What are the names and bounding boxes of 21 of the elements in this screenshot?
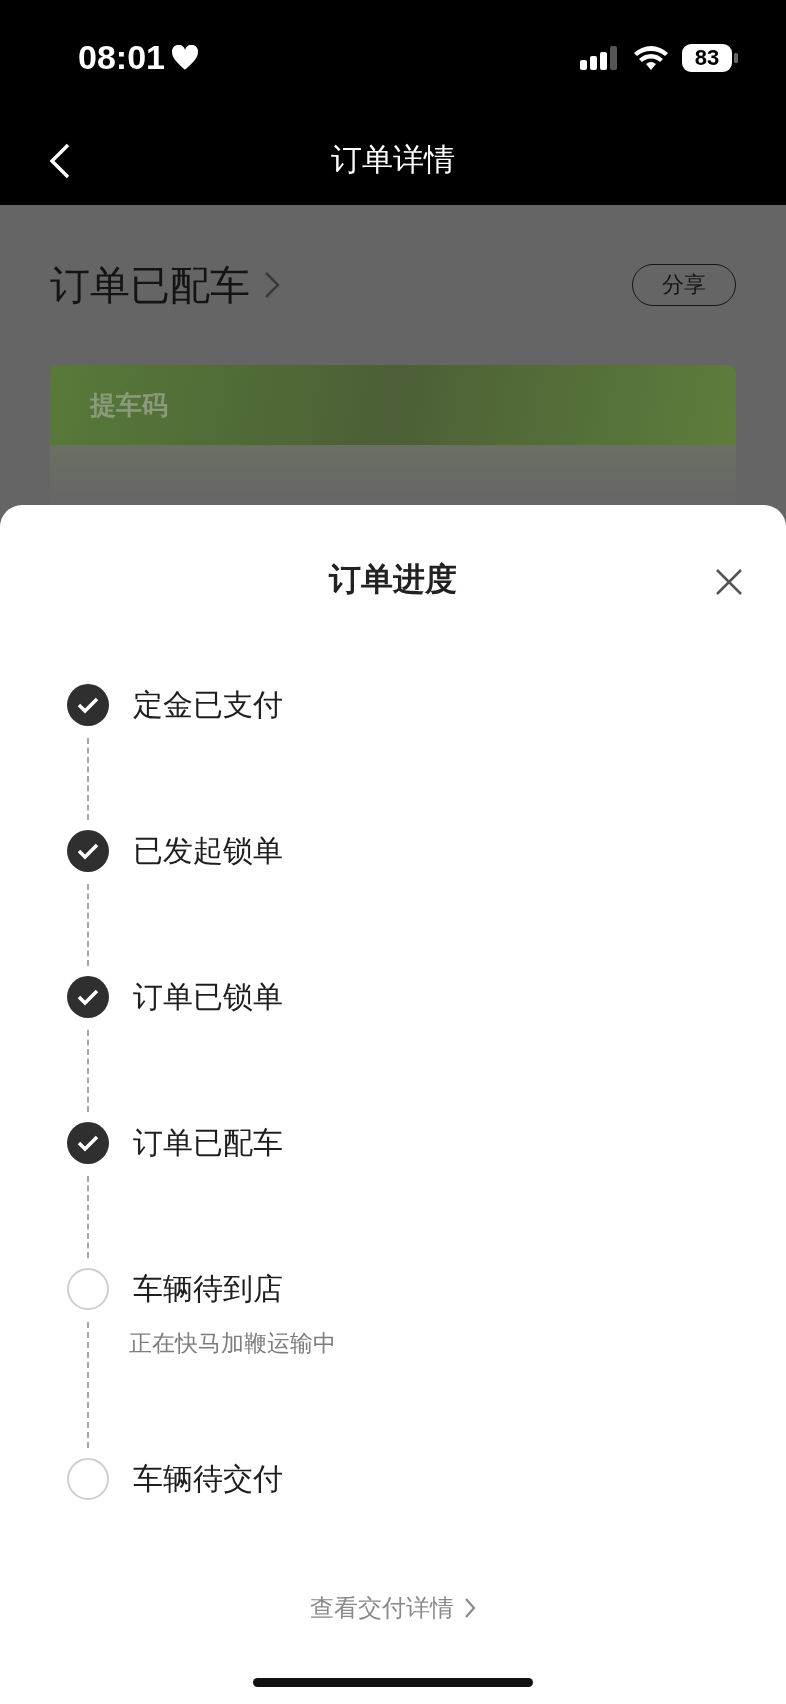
sheet-title: 订单进度 (329, 559, 457, 600)
chevron-right-icon (464, 1597, 476, 1619)
step-label: 订单已锁单 (133, 978, 283, 1016)
close-button[interactable] (715, 568, 743, 596)
battery-level: 83 (682, 43, 732, 72)
card-title: 提车码 (90, 388, 168, 422)
step-label: 车辆待交付 (133, 1460, 283, 1498)
battery-tip-icon (734, 52, 738, 63)
step-label: 订单已配车 (133, 1124, 283, 1162)
step-label: 车辆待到店 (133, 1270, 283, 1308)
order-status[interactable]: 订单已配车 (50, 257, 250, 313)
status-time: 08:01 (78, 38, 165, 77)
step-label: 已发起锁单 (133, 832, 283, 870)
wifi-icon (634, 44, 668, 71)
heart-icon (170, 44, 199, 71)
step-label: 定金已支付 (133, 686, 283, 724)
chevron-right-icon (264, 271, 280, 299)
signal-icon (580, 43, 620, 72)
delivery-details-link[interactable]: 查看交付详情 (310, 1592, 476, 1624)
step-note: 正在快马加鞭运输中 (129, 1329, 336, 1358)
page-title: 订单详情 (331, 140, 455, 179)
